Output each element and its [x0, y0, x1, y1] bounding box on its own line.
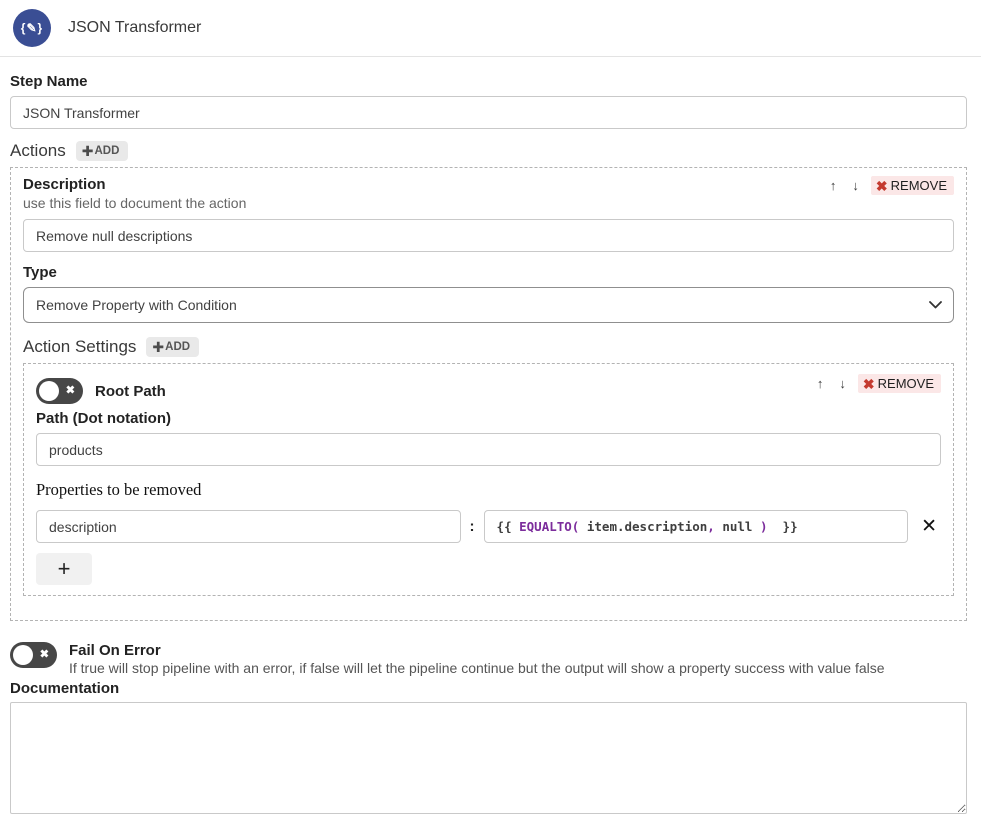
root-path-toggle[interactable]: ✖: [36, 378, 83, 404]
action-description-hint: use this field to document the action: [23, 195, 246, 211]
plus-icon: ✚: [82, 144, 94, 158]
toggle-off-x-icon: ✖: [40, 650, 49, 661]
remove-action-button-label: REMOVE: [891, 178, 947, 193]
add-property-button[interactable]: +: [36, 553, 92, 585]
documentation-label: Documentation: [10, 680, 967, 697]
path-label: Path (Dot notation): [36, 410, 941, 427]
root-path-label: Root Path: [95, 383, 166, 400]
move-action-down-button[interactable]: ↓: [848, 177, 863, 195]
action-settings-header: Action Settings ✚ ADD: [23, 337, 954, 357]
action-description-input[interactable]: [23, 219, 954, 252]
fail-on-error-hint: If true will stop pipeline with an error…: [69, 660, 885, 676]
step-name-label: Step Name: [10, 73, 967, 90]
step-config-form: Step Name Actions ✚ ADD Description use …: [0, 73, 981, 826]
add-action-setting-button[interactable]: ✚ ADD: [146, 337, 199, 357]
actions-label: Actions: [10, 141, 66, 161]
action-type-select[interactable]: Remove Property with Condition: [23, 287, 954, 323]
step-name-input[interactable]: [10, 96, 967, 129]
toggle-off-x-icon: ✖: [66, 386, 75, 397]
remove-action-button[interactable]: ✖ REMOVE: [871, 176, 954, 195]
remove-x-icon: ✖: [876, 179, 888, 193]
fail-on-error-row: ✖ Fail On Error If true will stop pipeli…: [10, 642, 967, 676]
action-setting-panel: ✖ Root Path ↑ ↓ ✖ REMOVE Path (Dot notat…: [23, 363, 954, 596]
move-setting-up-button[interactable]: ↑: [813, 375, 828, 393]
key-value-separator: :: [470, 518, 475, 535]
plus-icon: ✚: [152, 340, 164, 354]
page-title: JSON Transformer: [68, 19, 201, 37]
toggle-knob: [13, 645, 33, 665]
setting-controls: ↑ ↓ ✖ REMOVE: [813, 374, 941, 393]
properties-to-be-removed-label: Properties to be removed: [36, 480, 941, 500]
documentation-textarea[interactable]: [10, 702, 967, 814]
action-controls: ↑ ↓ ✖ REMOVE: [826, 176, 954, 195]
delete-property-button[interactable]: ✕: [917, 517, 941, 536]
path-input[interactable]: [36, 433, 941, 466]
fail-on-error-toggle[interactable]: ✖: [10, 642, 57, 668]
move-action-up-button[interactable]: ↑: [826, 177, 841, 195]
remove-setting-button[interactable]: ✖ REMOVE: [858, 374, 941, 393]
remove-x-icon: ✖: [863, 377, 875, 391]
property-row: : {{ EQUALTO( item.description, null ) }…: [36, 510, 941, 543]
action-panel: Description use this field to document t…: [10, 167, 967, 621]
action-type-label: Type: [23, 264, 954, 281]
remove-setting-button-label: REMOVE: [878, 376, 934, 391]
property-condition-input[interactable]: {{ EQUALTO( item.description, null ) }}: [484, 510, 909, 543]
move-setting-down-button[interactable]: ↓: [835, 375, 850, 393]
property-key-input[interactable]: [36, 510, 461, 543]
action-settings-label: Action Settings: [23, 337, 136, 357]
action-description-label: Description: [23, 176, 246, 193]
add-action-button[interactable]: ✚ ADD: [76, 141, 129, 161]
add-action-button-label: ADD: [94, 145, 119, 157]
actions-section-header: Actions ✚ ADD: [10, 141, 967, 161]
toggle-knob: [39, 381, 59, 401]
step-header: {✎} JSON Transformer: [0, 0, 981, 57]
fail-on-error-label: Fail On Error: [69, 642, 885, 659]
add-action-setting-button-label: ADD: [165, 341, 190, 353]
json-transformer-icon: {✎}: [13, 9, 51, 47]
